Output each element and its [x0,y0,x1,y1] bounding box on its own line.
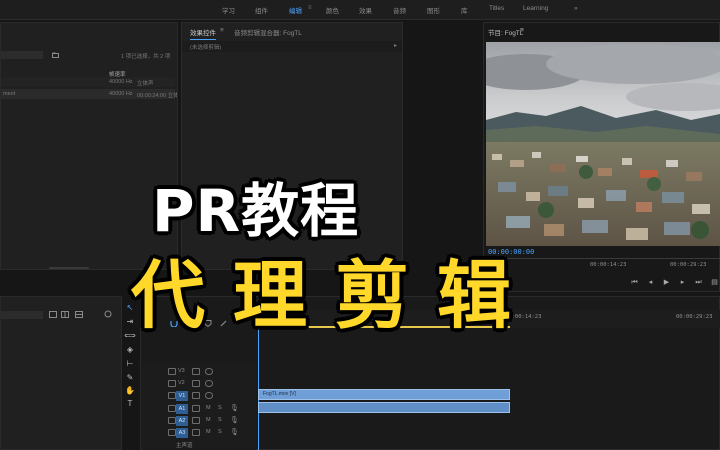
workspace-tab-learning[interactable]: Learning [523,5,548,12]
track-target-a1[interactable]: A1 [176,404,188,414]
razor-tool-icon[interactable]: ◈ [124,344,136,356]
microphone-icon[interactable]: 🎙 [230,428,239,436]
settings-icon[interactable] [104,310,112,318]
workspace-tab-graphics[interactable]: 图形 [427,5,440,15]
tab-effect-controls[interactable]: 效果控件 [190,27,216,40]
workspace-tab-color[interactable]: 颜色 [326,5,339,15]
track-lock-icon[interactable] [168,405,176,412]
workspace-tab-learn[interactable]: 学习 [222,5,235,15]
playhead-line [258,326,259,450]
tab-menu-icon[interactable]: ≡ [220,27,224,34]
eye-icon[interactable] [205,380,213,387]
track-sync-icon[interactable] [192,429,200,436]
mute-button[interactable]: M [206,417,211,423]
tab-audio-clip-mixer[interactable]: 音频剪辑混合器: FogTL [234,27,302,37]
track-lock-icon[interactable] [168,392,176,399]
program-menu-icon[interactable]: ≡ [520,27,524,34]
step-forward-icon[interactable]: ⏭ [694,278,703,287]
workspace-tab-assembly[interactable]: 组件 [255,5,268,15]
track-target-a2[interactable]: A2 [176,416,188,426]
program-scrub-time-2: 00:00:29:23 [670,262,707,268]
track-lock-icon[interactable] [168,417,176,424]
frame-back-icon[interactable]: ◂ [646,278,655,287]
selection-count: 1 项已选择，共 2 项 [121,54,171,60]
workspace-tab-effects[interactable]: 效果 [359,5,372,15]
video-clip[interactable]: FogTL.mov [V] [258,389,510,400]
eye-icon[interactable] [205,368,213,375]
workspace-overflow-button[interactable]: » [574,5,578,12]
microphone-icon[interactable]: 🎙 [230,404,239,412]
program-monitor-title[interactable]: 节目: FogTL [488,27,523,37]
track-sync-icon[interactable] [192,380,200,387]
workspace-tab-titles[interactable]: Titles [489,5,504,12]
list-item[interactable]: ment 40000 Hz 00:00:24:00 立体声 [1,89,177,99]
workspace-bar: 学习 组件 编辑 ≡ 颜色 效果 音频 图形 库 Titles Learning… [0,0,720,20]
workspace-tab-editing[interactable]: 编辑 [289,5,302,15]
program-video-frame[interactable] [486,42,720,246]
track-sync-icon[interactable] [192,392,200,399]
track-label-v2: V2 [178,380,185,386]
master-track-label: 主声道 [176,443,193,449]
clip-name: FogTL.mov [V] [263,391,296,397]
solo-button[interactable]: S [218,417,222,423]
list-item[interactable]: 40000 Hz 立体声 [1,77,175,87]
no-clip-selected-label: (未选择剪辑) [190,45,222,51]
track-lock-icon[interactable] [168,429,176,436]
list-view-icon[interactable] [49,311,57,318]
media-browser-panel [0,296,122,450]
track-sync-icon[interactable] [192,368,200,375]
step-back-icon[interactable]: ⏮ [630,278,639,287]
solo-button[interactable]: S [218,405,222,411]
eye-icon[interactable] [205,392,213,399]
new-bin-icon[interactable] [75,311,83,318]
pen-tool-icon[interactable]: ✎ [124,372,136,384]
track-target-v1[interactable]: V1 [176,391,188,401]
track-lock-icon[interactable] [168,368,176,375]
workspace-menu-icon[interactable]: ≡ [308,5,312,11]
track-sync-icon[interactable] [192,405,200,412]
mute-button[interactable]: M [206,405,211,411]
export-frame-icon[interactable]: ▤ [710,278,719,287]
track-label-v3: V3 [178,368,185,374]
type-tool-icon[interactable]: T [124,398,136,410]
play-icon[interactable]: ▸ [394,42,397,49]
hand-tool-icon[interactable]: ✋ [124,385,136,397]
overlay-title-line2: 代理剪辑 [131,253,539,339]
track-lock-icon[interactable] [168,380,176,387]
microphone-icon[interactable]: 🎙 [230,416,239,424]
workspace-tab-libraries[interactable]: 库 [461,5,468,15]
project-search-input[interactable] [1,51,43,59]
icon-view-icon[interactable] [61,311,69,318]
track-target-a3[interactable]: A3 [176,428,188,438]
mute-button[interactable]: M [206,429,211,435]
bin-icon[interactable] [52,52,59,58]
audio-clip[interactable] [258,402,510,413]
workspace-tab-audio[interactable]: 音频 [393,5,406,15]
ruler-time-2: 00:00:29:23 [676,314,713,320]
media-search-input[interactable] [1,311,43,319]
frame-forward-icon[interactable]: ▸ [678,278,687,287]
slip-tool-icon[interactable]: ⊢ [124,358,136,370]
program-scrub-time-1: 00:00:14:23 [590,262,627,268]
play-button[interactable]: ▶ [662,278,671,287]
solo-button[interactable]: S [218,429,222,435]
horizontal-scrollbar[interactable] [49,267,89,269]
track-sync-icon[interactable] [192,417,200,424]
